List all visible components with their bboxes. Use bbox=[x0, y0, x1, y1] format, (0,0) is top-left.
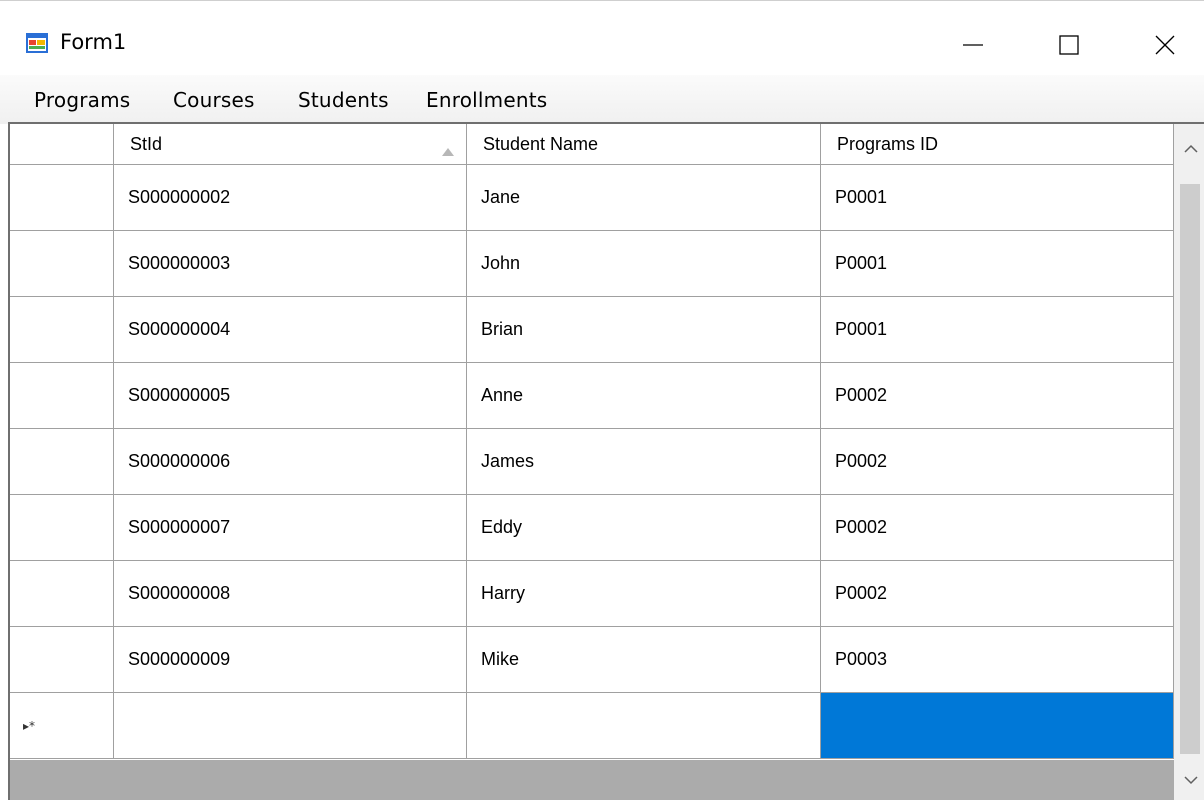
column-header-programs-id[interactable]: Programs ID bbox=[821, 124, 1174, 164]
cell-programs-id[interactable]: P0002 bbox=[821, 495, 1174, 560]
maximize-icon bbox=[1059, 35, 1079, 55]
table-row[interactable]: S000000002 Jane P0001 bbox=[10, 165, 1174, 231]
column-header-label: Programs ID bbox=[837, 133, 939, 154]
row-header[interactable] bbox=[10, 561, 114, 626]
cell-programs-id[interactable]: P0001 bbox=[821, 165, 1174, 230]
cell-stid[interactable]: S000000002 bbox=[114, 165, 467, 230]
cell-programs-id[interactable]: P0002 bbox=[821, 561, 1174, 626]
menu-item-courses[interactable]: Courses bbox=[173, 88, 255, 112]
window-title: Form1 bbox=[60, 30, 127, 54]
row-header[interactable] bbox=[10, 627, 114, 692]
row-header[interactable] bbox=[10, 495, 114, 560]
row-header[interactable] bbox=[10, 165, 114, 230]
cell-student-name[interactable]: Jane bbox=[467, 165, 821, 230]
cell-student-name[interactable]: Anne bbox=[467, 363, 821, 428]
sort-ascending-icon bbox=[442, 140, 454, 161]
table-row[interactable]: S000000007 Eddy P0002 bbox=[10, 495, 1174, 561]
table-row[interactable]: S000000009 Mike P0003 bbox=[10, 627, 1174, 693]
cell-stid[interactable]: S000000006 bbox=[114, 429, 467, 494]
cell-programs-id[interactable]: P0001 bbox=[821, 297, 1174, 362]
close-button[interactable] bbox=[1134, 18, 1196, 72]
new-row-cell-programs-id-selected[interactable] bbox=[821, 693, 1174, 758]
maximize-button[interactable] bbox=[1038, 18, 1100, 72]
grid-body: StId Student Name Programs ID S000000002… bbox=[10, 124, 1174, 760]
new-row-indicator-icon: ▸* bbox=[23, 719, 36, 733]
menu-item-programs[interactable]: Programs bbox=[34, 88, 130, 112]
menu-item-students[interactable]: Students bbox=[298, 88, 389, 112]
column-header-label: StId bbox=[130, 133, 163, 154]
row-header[interactable] bbox=[10, 363, 114, 428]
cell-student-name[interactable]: Brian bbox=[467, 297, 821, 362]
cell-student-name[interactable]: Mike bbox=[467, 627, 821, 692]
table-row[interactable]: S000000006 James P0002 bbox=[10, 429, 1174, 495]
column-header-row: StId Student Name Programs ID bbox=[10, 124, 1174, 165]
title-bar[interactable]: Form1 bbox=[0, 1, 1204, 75]
new-row-cell-stid[interactable] bbox=[114, 693, 467, 758]
table-row[interactable]: S000000005 Anne P0002 bbox=[10, 363, 1174, 429]
cell-student-name[interactable]: Harry bbox=[467, 561, 821, 626]
table-row[interactable]: S000000008 Harry P0002 bbox=[10, 561, 1174, 627]
cell-stid[interactable]: S000000003 bbox=[114, 231, 467, 296]
students-data-grid[interactable]: StId Student Name Programs ID S000000002… bbox=[8, 122, 1204, 800]
minimize-icon bbox=[962, 34, 984, 56]
cell-stid[interactable]: S000000009 bbox=[114, 627, 467, 692]
form-app-icon bbox=[26, 33, 48, 53]
menu-strip: Programs Courses Students Enrollments bbox=[0, 75, 1204, 124]
cell-stid[interactable]: S000000007 bbox=[114, 495, 467, 560]
row-header[interactable] bbox=[10, 231, 114, 296]
table-row[interactable]: S000000003 John P0001 bbox=[10, 231, 1174, 297]
minimize-button[interactable] bbox=[942, 18, 1004, 72]
table-row[interactable]: S000000004 Brian P0001 bbox=[10, 297, 1174, 363]
vertical-scrollbar[interactable] bbox=[1174, 124, 1204, 800]
cell-stid[interactable]: S000000005 bbox=[114, 363, 467, 428]
header-top-left-cell[interactable] bbox=[10, 124, 114, 164]
column-header-stid[interactable]: StId bbox=[114, 124, 467, 164]
cell-student-name[interactable]: James bbox=[467, 429, 821, 494]
new-row[interactable]: ▸* bbox=[10, 693, 1174, 759]
scrollbar-thumb[interactable] bbox=[1180, 184, 1200, 754]
cell-student-name[interactable]: John bbox=[467, 231, 821, 296]
cell-programs-id[interactable]: P0003 bbox=[821, 627, 1174, 692]
cell-student-name[interactable]: Eddy bbox=[467, 495, 821, 560]
menu-item-enrollments[interactable]: Enrollments bbox=[426, 88, 547, 112]
scroll-down-arrow-icon[interactable] bbox=[1181, 770, 1201, 790]
row-header[interactable] bbox=[10, 297, 114, 362]
new-row-header[interactable]: ▸* bbox=[10, 693, 114, 758]
form1-window: Form1 Programs Courses Students Enrollme… bbox=[0, 0, 1204, 800]
column-header-student-name[interactable]: Student Name bbox=[467, 124, 821, 164]
cell-programs-id[interactable]: P0002 bbox=[821, 363, 1174, 428]
cell-stid[interactable]: S000000004 bbox=[114, 297, 467, 362]
row-header[interactable] bbox=[10, 429, 114, 494]
close-icon bbox=[1155, 35, 1175, 55]
new-row-cell-student-name[interactable] bbox=[467, 693, 821, 758]
scroll-up-arrow-icon[interactable] bbox=[1181, 138, 1201, 158]
cell-programs-id[interactable]: P0001 bbox=[821, 231, 1174, 296]
column-header-label: Student Name bbox=[483, 133, 599, 154]
cell-stid[interactable]: S000000008 bbox=[114, 561, 467, 626]
cell-programs-id[interactable]: P0002 bbox=[821, 429, 1174, 494]
